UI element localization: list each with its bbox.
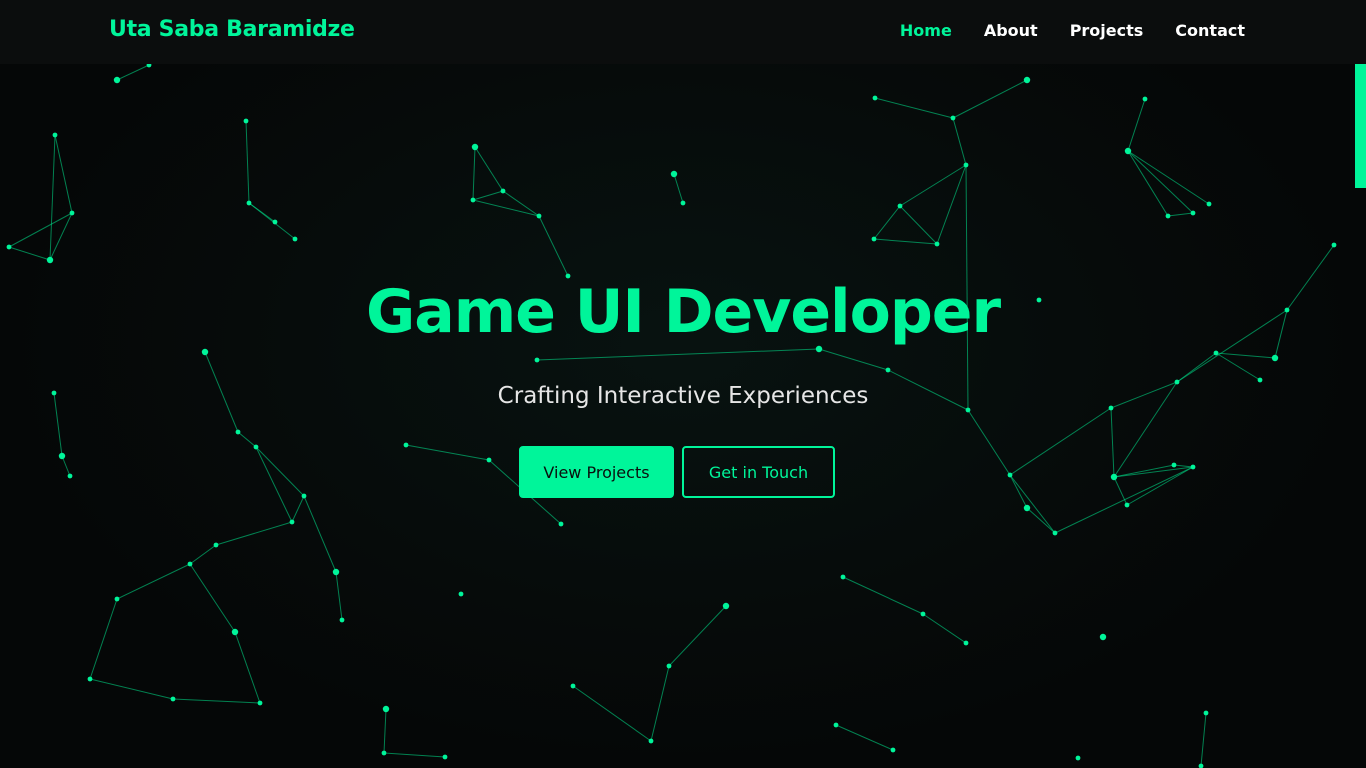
scrollbar-thumb[interactable] bbox=[1355, 64, 1366, 188]
hero-title: Game UI Developer bbox=[365, 277, 1001, 347]
nav-link-about[interactable]: About bbox=[984, 21, 1038, 40]
view-projects-button[interactable]: View Projects bbox=[519, 446, 674, 498]
nav-link-home[interactable]: Home bbox=[900, 21, 952, 40]
page: Uta Saba Baramidze Home About Projects C… bbox=[0, 0, 1366, 768]
hero-subtitle: Crafting Interactive Experiences bbox=[497, 383, 869, 409]
hero-section: Game UI Developer Crafting Interactive E… bbox=[0, 64, 1366, 768]
hero-buttons: View Projects Get in Touch bbox=[519, 446, 835, 498]
main-nav: Home About Projects Contact bbox=[900, 21, 1245, 40]
nav-link-contact[interactable]: Contact bbox=[1175, 21, 1245, 40]
get-in-touch-button[interactable]: Get in Touch bbox=[682, 446, 835, 498]
nav-link-projects[interactable]: Projects bbox=[1070, 21, 1144, 40]
site-logo[interactable]: Uta Saba Baramidze bbox=[109, 17, 355, 42]
navbar: Uta Saba Baramidze Home About Projects C… bbox=[0, 0, 1366, 64]
